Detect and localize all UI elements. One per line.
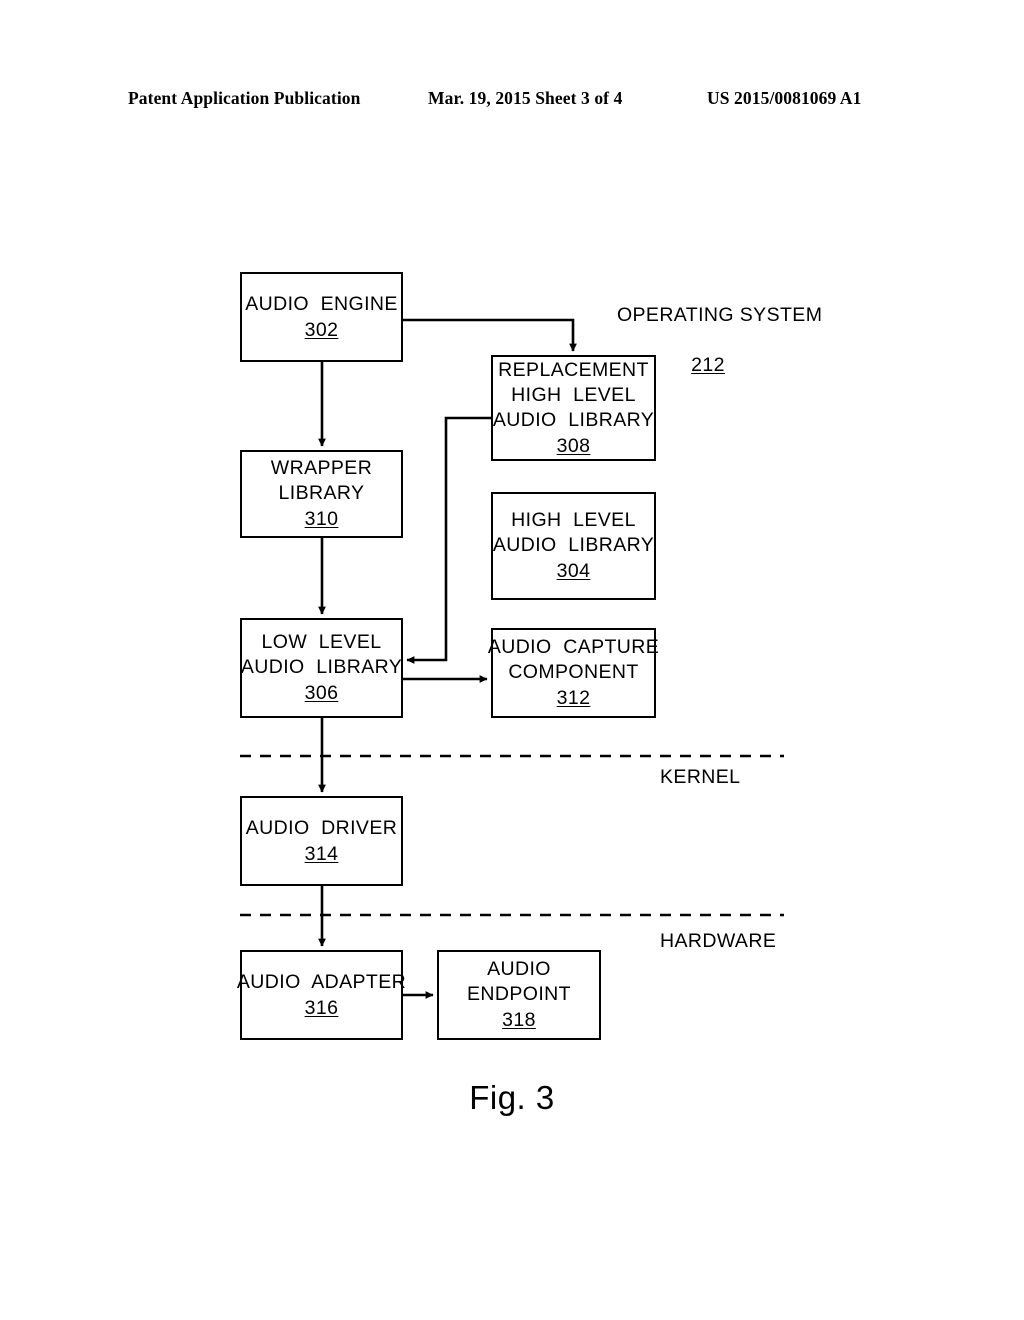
- node-audio-driver-line-0: AUDIO DRIVER: [245, 816, 398, 839]
- node-wrapper-library-ref: 310: [304, 508, 339, 530]
- figure-3-diagram: OPERATING SYSTEM 212 KERNEL HARDWARE AUD…: [0, 0, 1024, 1320]
- node-replacement-ref: 308: [556, 434, 591, 457]
- node-low-level-ref: 306: [304, 682, 339, 704]
- node-wrapper-library-line-0: WRAPPER: [270, 457, 373, 479]
- node-audio-capture-line-0: AUDIO CAPTURE: [487, 636, 660, 658]
- node-audio-engine-line-0: AUDIO ENGINE: [245, 292, 398, 315]
- node-wrapper-library[interactable]: WRAPPER LIBRARY 310: [240, 450, 403, 538]
- hardware-boundary-label: HARDWARE: [660, 930, 777, 952]
- node-audio-driver[interactable]: AUDIO DRIVER 314: [240, 796, 403, 886]
- node-high-level-line-1: AUDIO LIBRARY: [492, 534, 655, 556]
- node-audio-engine-ref: 302: [304, 318, 339, 341]
- node-low-level-line-1: AUDIO LIBRARY: [240, 656, 403, 678]
- node-audio-engine[interactable]: AUDIO ENGINE 302: [240, 272, 403, 362]
- node-audio-endpoint-ref: 318: [502, 1009, 536, 1031]
- node-audio-driver-ref: 314: [304, 842, 339, 865]
- node-audio-adapter-ref: 316: [304, 996, 339, 1019]
- node-audio-adapter-line-0: AUDIO ADAPTER: [236, 970, 407, 993]
- node-audio-capture-ref: 312: [556, 687, 591, 709]
- node-replacement-high-level-audio-library[interactable]: REPLACEMENT HIGH LEVEL AUDIO LIBRARY 308: [491, 355, 656, 461]
- node-low-level-audio-library[interactable]: LOW LEVEL AUDIO LIBRARY 306: [240, 618, 403, 718]
- node-audio-capture-line-1: COMPONENT: [508, 661, 639, 683]
- figure-caption: Fig. 3: [469, 1079, 555, 1116]
- node-replacement-line-0: REPLACEMENT: [498, 358, 649, 381]
- node-high-level-ref: 304: [556, 560, 591, 582]
- arrow-replacement-to-low-level: [406, 416, 491, 664]
- node-low-level-line-0: LOW LEVEL: [261, 631, 382, 653]
- node-high-level-line-0: HIGH LEVEL: [511, 509, 636, 531]
- node-high-level-audio-library[interactable]: HIGH LEVEL AUDIO LIBRARY 304: [491, 492, 656, 600]
- arrow-engine-to-replacement: [403, 318, 577, 352]
- node-audio-capture-component[interactable]: AUDIO CAPTURE COMPONENT 312: [487, 628, 660, 718]
- node-replacement-line-1: HIGH LEVEL: [511, 383, 636, 406]
- operating-system-title: OPERATING SYSTEM: [616, 304, 823, 326]
- node-audio-endpoint-line-1: ENDPOINT: [467, 983, 571, 1005]
- node-replacement-line-2: AUDIO LIBRARY: [492, 408, 655, 431]
- node-wrapper-library-line-1: LIBRARY: [278, 482, 365, 504]
- node-audio-endpoint-line-0: AUDIO: [487, 958, 551, 980]
- node-audio-endpoint[interactable]: AUDIO ENDPOINT 318: [437, 950, 601, 1040]
- node-audio-adapter[interactable]: AUDIO ADAPTER 316: [236, 950, 407, 1040]
- kernel-boundary-label: KERNEL: [660, 766, 741, 788]
